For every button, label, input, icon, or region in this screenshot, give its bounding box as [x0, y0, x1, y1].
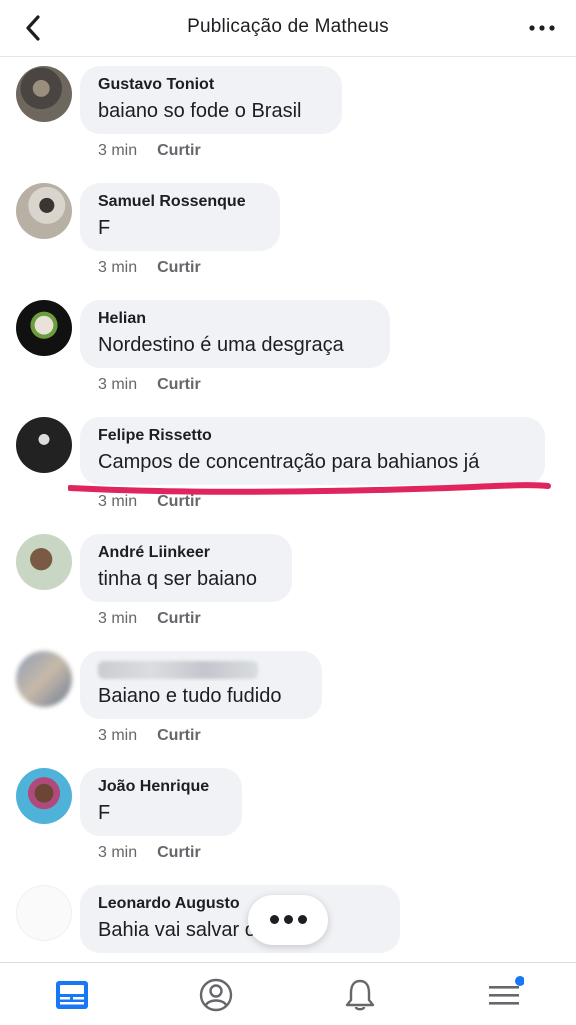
dot [270, 915, 279, 924]
comment-item: João Henrique F 3 min Curtir [0, 768, 576, 878]
comment-meta: 3 min Curtir [98, 259, 201, 277]
comment-author[interactable]: João Henrique [98, 778, 224, 796]
more-options-icon[interactable] [526, 16, 558, 40]
notifications-bell-icon[interactable] [340, 975, 380, 1015]
like-button[interactable]: Curtir [157, 610, 201, 627]
comment-meta: 3 min Curtir [98, 610, 201, 628]
like-button[interactable]: Curtir [157, 844, 201, 861]
like-button[interactable]: Curtir [157, 727, 201, 744]
comment-time: 3 min [98, 844, 138, 861]
comment-bubble: João Henrique F [80, 768, 242, 836]
comment-time: 3 min [98, 259, 138, 276]
comment-bubble: Samuel Rossenque F [80, 183, 280, 251]
comment-text: Campos de concentração para bahianos já [98, 451, 480, 473]
profile-icon[interactable] [196, 975, 236, 1015]
like-button[interactable]: Curtir [157, 376, 201, 393]
comment-meta: 3 min Curtir [98, 142, 201, 160]
comment-text: Nordestino é uma desgraça [98, 334, 344, 356]
blurred-author-name [98, 661, 258, 679]
comment-bubble: André Liinkeer tinha q ser baiano [80, 534, 292, 602]
comment-text: F [98, 217, 111, 239]
avatar[interactable] [16, 534, 72, 590]
avatar[interactable] [16, 651, 72, 707]
comment-bubble: Felipe Rissetto Campos de concentração p… [80, 417, 545, 485]
comment-bubble: Leonardo Augusto Bahia vai salvar o país [80, 885, 400, 953]
avatar[interactable] [16, 183, 72, 239]
typing-indicator-button[interactable] [248, 895, 328, 945]
comment-meta: 3 min Curtir [98, 376, 201, 394]
dot [284, 915, 293, 924]
comment-bubble: Gustavo Toniot baiano so fode o Brasil [80, 66, 342, 134]
notification-badge [515, 976, 525, 986]
comment-meta: 3 min Curtir [98, 727, 201, 745]
page-title: Publicação de Matheus [187, 16, 389, 37]
comment-item: Helian Nordestino é uma desgraça 3 min Cu… [0, 300, 576, 410]
dot [298, 915, 307, 924]
top-bar: Publicação de Matheus [0, 0, 576, 57]
comment-text: tinha q ser baiano [98, 568, 258, 590]
comment-text: Bahia vai salvar o país [98, 919, 300, 941]
avatar[interactable] [16, 768, 72, 824]
comment-author[interactable]: Leonardo Augusto [98, 895, 382, 913]
comment-item: André Liinkeer tinha q ser baiano 3 min C… [0, 534, 576, 644]
red-underline-mark [68, 482, 551, 495]
comment-author[interactable]: André Liinkeer [98, 544, 274, 562]
comment-author[interactable]: Felipe Rissetto [98, 427, 527, 445]
comment-text: Baiano e tudo fudido [98, 685, 282, 707]
comment-author[interactable]: Helian [98, 310, 372, 328]
comment-bubble: Baiano e tudo fudido [80, 651, 322, 719]
comment-time: 3 min [98, 610, 138, 627]
avatar[interactable] [16, 417, 72, 473]
comment-time: 3 min [98, 376, 138, 393]
comment-text: F [98, 802, 111, 824]
comment-meta: 3 min Curtir [98, 844, 201, 862]
comment-item: Felipe Rissetto Campos de concentração p… [0, 417, 576, 527]
like-button[interactable]: Curtir [157, 142, 201, 159]
menu-icon[interactable] [484, 975, 525, 1015]
avatar[interactable] [16, 885, 72, 941]
comment-item: Gustavo Toniot baiano so fode o Brasil 3… [0, 66, 576, 176]
avatar[interactable] [16, 66, 72, 122]
comment-bubble: Helian Nordestino é uma desgraça [80, 300, 390, 368]
like-button[interactable]: Curtir [157, 259, 201, 276]
comment-author[interactable]: Samuel Rossenque [98, 193, 262, 211]
comment-item: Baiano e tudo fudido 3 min Curtir [0, 651, 576, 761]
news-feed-icon[interactable] [52, 975, 92, 1015]
bottom-tab-bar [0, 962, 576, 1025]
avatar[interactable] [16, 300, 72, 356]
comment-item: Samuel Rossenque F 3 min Curtir [0, 183, 576, 293]
comment-text: baiano so fode o Brasil [98, 100, 302, 122]
comment-author[interactable]: Gustavo Toniot [98, 76, 324, 94]
comment-time: 3 min [98, 142, 138, 159]
comment-time: 3 min [98, 727, 138, 744]
